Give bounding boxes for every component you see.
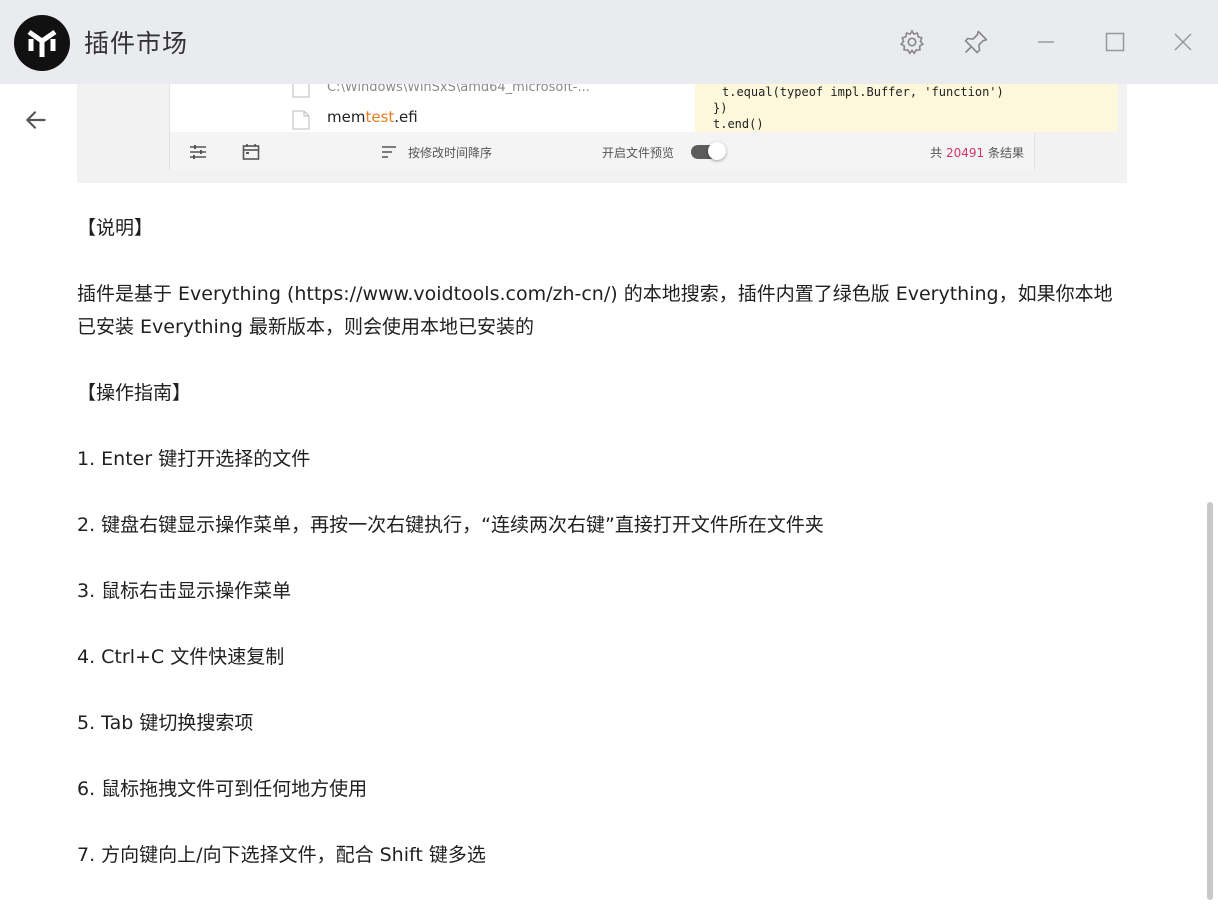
guide-item: 3. 鼠标右击显示操作菜单 bbox=[77, 580, 292, 602]
title-bar: 插件市场 bbox=[0, 0, 1218, 84]
guide-item: 6. 鼠标拖拽文件可到任何地方使用 bbox=[77, 778, 368, 800]
guide-item: 7. 方向键向上/向下选择文件，配合 Shift 键多选 bbox=[77, 844, 486, 866]
plugin-preview-image: C:\Windows\WinSxS\amd64_microsoft-... me… bbox=[77, 84, 1127, 183]
guide-item: 5. Tab 键切换搜索项 bbox=[77, 712, 254, 734]
file-preview-label: 开启文件预览 bbox=[602, 146, 675, 160]
app-title: 插件市场 bbox=[84, 29, 189, 58]
plugin-description: 【说明】 插件是基于 Everything (https://www.voidt… bbox=[77, 212, 1137, 905]
guide-item: 4. Ctrl+C 文件快速复制 bbox=[77, 646, 285, 668]
code-preview-pane: t.equal(typeof impl.Buffer, 'function') … bbox=[695, 84, 1118, 132]
preview-status-bar: 按修改时间降序 开启文件预览 共 20491 条结果 bbox=[169, 132, 1035, 170]
code-line: t.end() bbox=[713, 117, 764, 131]
guide-item: 1. Enter 键打开选择的文件 bbox=[77, 448, 311, 470]
minimize-icon[interactable] bbox=[1026, 22, 1066, 62]
sort-label: 按修改时间降序 bbox=[408, 146, 493, 160]
vertical-scrollbar[interactable] bbox=[1207, 502, 1213, 900]
calendar-icon bbox=[241, 142, 261, 162]
file-name-highlight: test bbox=[365, 108, 395, 126]
file-icon bbox=[292, 84, 310, 98]
file-path: C:\Windows\WinSxS\amd64_microsoft-... bbox=[327, 84, 590, 95]
file-preview-toggle bbox=[691, 142, 726, 160]
app-logo-icon bbox=[14, 15, 70, 71]
code-line: t.equal(typeof impl.Buffer, 'function') bbox=[722, 85, 1004, 99]
result-count: 共 20491 条结果 bbox=[930, 146, 1024, 160]
maximize-icon[interactable] bbox=[1095, 22, 1135, 62]
code-line: }) bbox=[713, 101, 728, 115]
file-name: memtest.efi bbox=[327, 108, 418, 126]
settings-gear-icon[interactable] bbox=[892, 22, 932, 62]
file-icon bbox=[292, 110, 310, 130]
guide-item: 2. 键盘右键显示操作菜单，再按一次右键执行，“连续两次右键”直接打开文件所在文… bbox=[77, 514, 824, 536]
back-arrow-icon[interactable] bbox=[18, 102, 54, 138]
close-icon[interactable] bbox=[1163, 22, 1203, 62]
section-title-guide: 【操作指南】 bbox=[77, 382, 192, 404]
pin-icon[interactable] bbox=[956, 22, 996, 62]
description-body: 插件是基于 Everything (https://www.voidtools.… bbox=[77, 283, 1113, 338]
filter-sliders-icon bbox=[188, 142, 208, 162]
sort-icon bbox=[380, 143, 400, 163]
section-title-description: 【说明】 bbox=[77, 217, 154, 239]
